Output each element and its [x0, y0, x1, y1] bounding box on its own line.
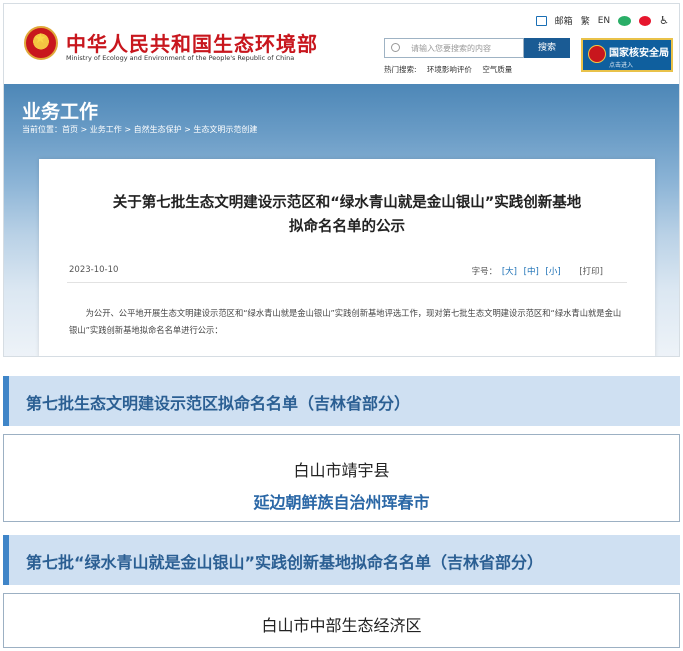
- list-item: 延边朝鲜族自治州珲春市: [253, 493, 430, 512]
- national-emblem-icon: ★: [24, 26, 58, 60]
- nnsa-entry-button[interactable]: 国家核安全局 点击进入: [581, 38, 673, 72]
- search-icon: [391, 43, 400, 52]
- nnsa-name: 国家核安全局: [609, 48, 669, 59]
- hot-searches: 热门搜索: 环境影响评价 空气质量: [384, 64, 520, 75]
- list-item: 白山市中部生态经济区: [261, 616, 422, 635]
- font-size-label: 字号：: [471, 267, 498, 277]
- section-title: 第七批“绿水青山就是金山银山”实践创新基地拟命名名单（吉林省部分）: [26, 553, 544, 572]
- traditional-chinese-link[interactable]: 繁: [581, 14, 590, 27]
- weibo-icon[interactable]: [639, 15, 652, 26]
- name-list-box: 白山市靖宇县 延边朝鲜族自治州珲春市: [3, 434, 680, 522]
- top-links: 邮箱 繁 EN ♿: [535, 14, 669, 27]
- site-header: ★ 中华人民共和国生态环境部 Ministry of Ecology and E…: [4, 4, 679, 84]
- article-title: 关于第七批生态文明建设示范区和“绿水青山就是金山银山”实践创新基地 拟命名名单的…: [39, 191, 655, 239]
- article-title-line: 关于第七批生态文明建设示范区和“绿水青山就是金山银山”实践创新基地: [112, 195, 582, 211]
- font-size-small-button[interactable]: [小]: [546, 267, 561, 277]
- hot-search-item[interactable]: 空气质量: [482, 65, 512, 74]
- wechat-icon[interactable]: [618, 15, 632, 26]
- article-title-line: 拟命名名单的公示: [289, 219, 405, 235]
- section-heading: 第七批生态文明建设示范区拟命名名单（吉林省部分）: [3, 376, 680, 426]
- section-title: 第七批生态文明建设示范区拟命名名单（吉林省部分）: [26, 394, 411, 413]
- name-list-box: 白山市中部生态经济区: [3, 593, 680, 648]
- site-subtitle: Ministry of Ecology and Environment of t…: [66, 54, 295, 62]
- breadcrumb[interactable]: 当前位置：首页 > 业务工作 > 自然生态保护 > 生态文明示范创建: [22, 124, 257, 135]
- article-body: 为公开、公平地开展生态文明建设示范区和“绿水青山就是金山银山”实践创新基地评选工…: [69, 308, 622, 335]
- article-date: 2023-10-10: [69, 265, 119, 275]
- article-tools: 字号： [大] [中] [小] [打印]: [472, 265, 603, 277]
- mail-link[interactable]: 邮箱: [555, 14, 573, 27]
- hot-search-label: 热门搜索:: [384, 65, 417, 74]
- english-link[interactable]: EN: [598, 16, 610, 26]
- nnsa-action: 点击进入: [609, 62, 634, 69]
- hot-search-item[interactable]: 环境影响评价: [427, 65, 472, 74]
- print-button[interactable]: [打印]: [579, 267, 603, 277]
- font-size-medium-button[interactable]: [中]: [524, 267, 539, 277]
- page-title: 业务工作: [22, 101, 99, 123]
- mail-icon[interactable]: [535, 15, 547, 26]
- list-item: 白山市靖宇县: [293, 461, 390, 480]
- search-placeholder: 请输入您要搜索的内容: [411, 44, 491, 53]
- search-input[interactable]: 请输入您要搜索的内容: [384, 38, 524, 58]
- accessibility-icon[interactable]: ♿: [659, 14, 669, 27]
- font-size-large-button[interactable]: [大]: [502, 267, 517, 277]
- article-card: 关于第七批生态文明建设示范区和“绿水青山就是金山银山”实践创新基地 拟命名名单的…: [39, 159, 655, 356]
- webpage-screenshot: ★ 中华人民共和国生态环境部 Ministry of Ecology and E…: [3, 3, 680, 357]
- site-title[interactable]: 中华人民共和国生态环境部: [66, 28, 318, 57]
- nnsa-emblem-icon: [588, 45, 606, 63]
- divider: [67, 282, 627, 283]
- search-button[interactable]: 搜索: [524, 38, 570, 58]
- section-heading: 第七批“绿水青山就是金山银山”实践创新基地拟命名名单（吉林省部分）: [3, 535, 680, 585]
